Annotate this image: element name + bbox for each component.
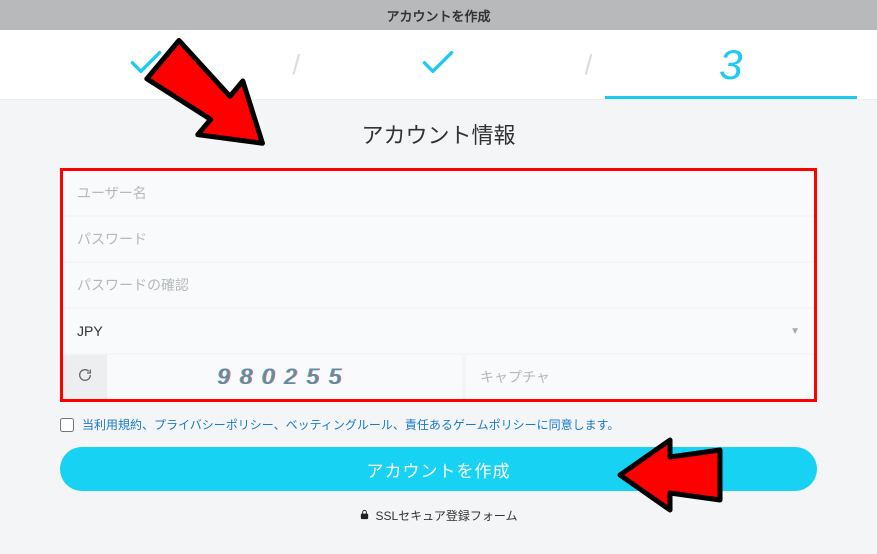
header-title: アカウントを作成 (386, 6, 490, 25)
check-icon (421, 49, 455, 80)
captcha-image: 980255 (107, 355, 462, 399)
currency-select[interactable]: JPY ▼ (63, 309, 814, 355)
captcha-refresh-button[interactable] (63, 355, 107, 399)
step-1 (0, 30, 292, 99)
password-confirm-input[interactable] (63, 263, 814, 309)
agree-link[interactable]: 当利用規約、プライバシーポリシー、ベッティングルール、責任あるゲームポリシーに同… (82, 416, 619, 433)
active-step-underline (605, 96, 856, 99)
ssl-row: SSLセキュア登録フォーム (0, 507, 877, 524)
refresh-icon (77, 367, 93, 388)
password-input[interactable] (63, 217, 814, 263)
form-box: JPY ▼ 980255 (60, 168, 817, 402)
currency-value: JPY (77, 323, 103, 339)
progress-steps: / / 3 (0, 30, 877, 100)
ssl-text: SSLセキュア登録フォーム (375, 507, 517, 524)
step-number: 3 (719, 41, 742, 89)
create-account-label: アカウントを作成 (367, 457, 511, 482)
step-divider: / (292, 49, 300, 81)
section-title: アカウント情報 (0, 118, 877, 150)
check-icon (129, 49, 163, 80)
header-bar: アカウントを作成 (0, 0, 877, 30)
step-3: / 3 (585, 30, 877, 99)
captcha-row: 980255 (63, 355, 814, 399)
create-account-button[interactable]: アカウントを作成 (60, 447, 817, 491)
username-input[interactable] (63, 171, 814, 217)
step-divider: / (585, 49, 593, 81)
form-section: アカウント情報 JPY ▼ 980255 当利用規約、プライバシーポリシー、ベッ… (0, 100, 877, 554)
chevron-down-icon: ▼ (790, 326, 800, 337)
agree-row: 当利用規約、プライバシーポリシー、ベッティングルール、責任あるゲームポリシーに同… (60, 416, 817, 433)
captcha-input[interactable] (462, 355, 814, 399)
step-2: / (292, 30, 584, 99)
lock-icon (359, 509, 370, 523)
agree-checkbox[interactable] (60, 418, 74, 432)
